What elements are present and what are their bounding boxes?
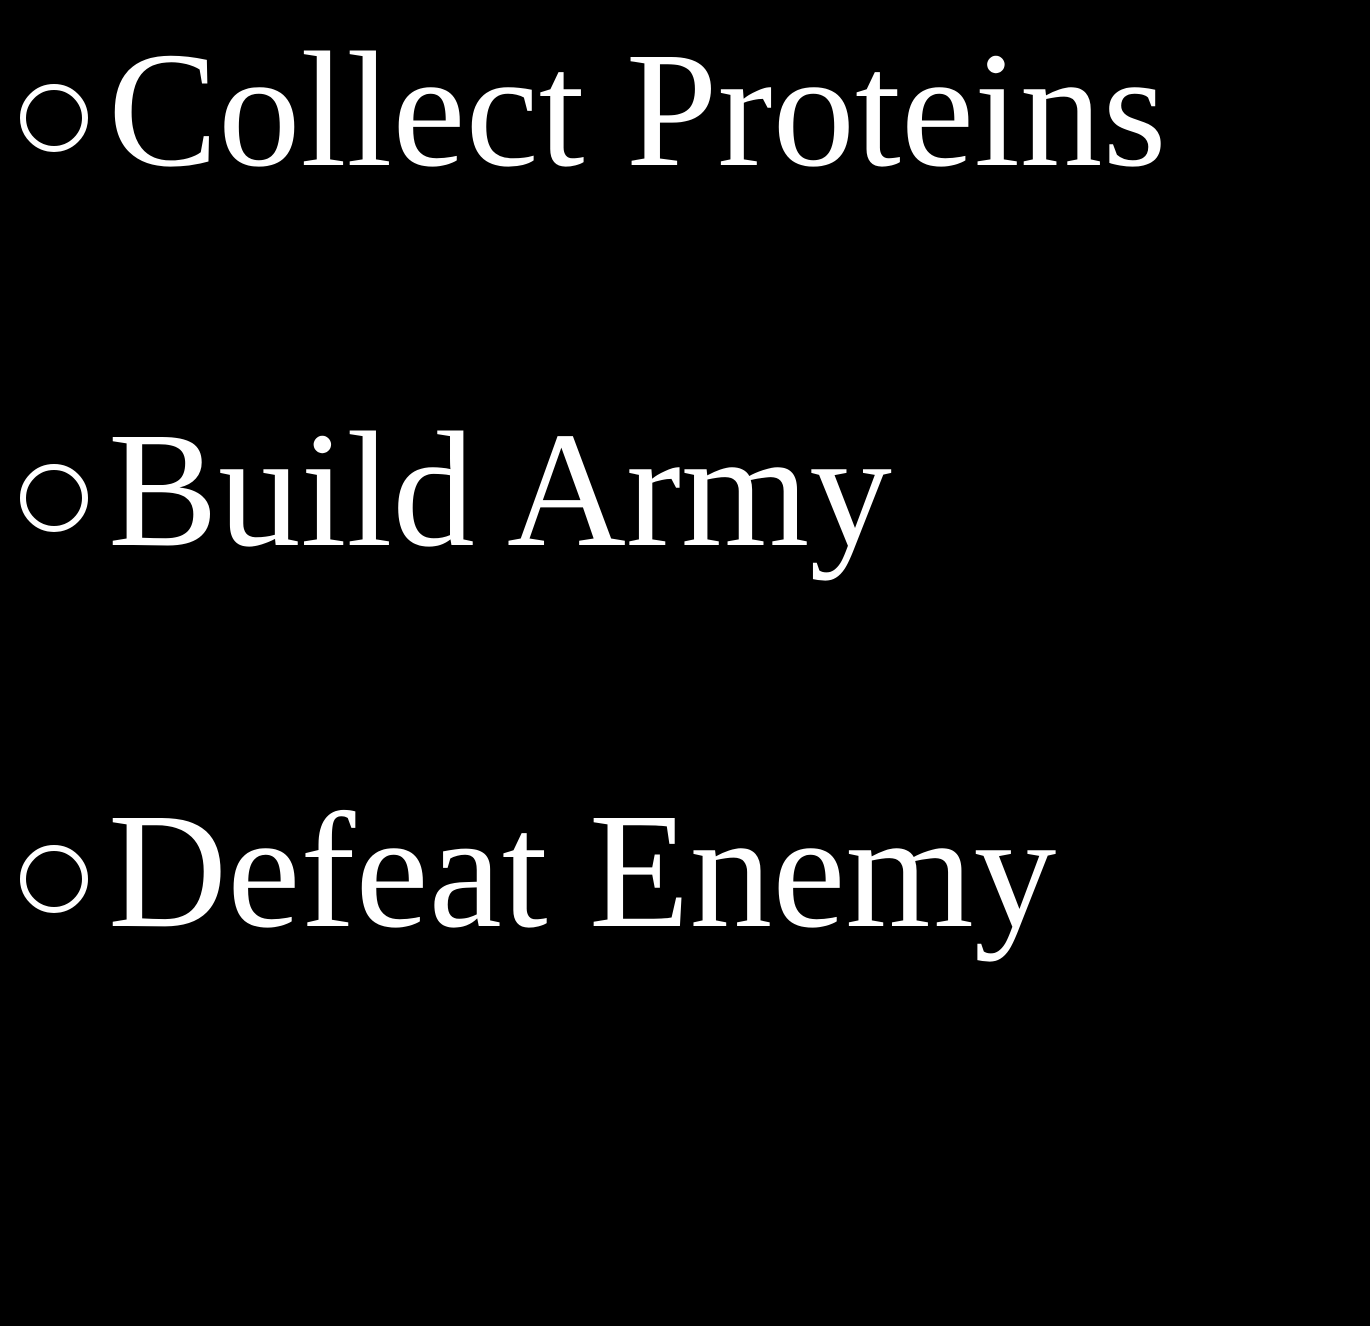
objective-label: Defeat Enemy: [108, 779, 1057, 962]
objectives-list: Collect Proteins Build Army Defeat Enemy: [0, 0, 1370, 1326]
hollow-circle-icon: [20, 845, 88, 913]
objective-defeat-enemy: Defeat Enemy: [20, 786, 1056, 956]
hollow-circle-icon: [20, 84, 88, 152]
hollow-circle-icon: [20, 464, 88, 532]
objective-label: Collect Proteins: [108, 18, 1167, 201]
objective-label: Build Army: [108, 398, 892, 581]
objective-build-army: Build Army: [20, 405, 892, 575]
objective-collect-proteins: Collect Proteins: [20, 25, 1167, 195]
